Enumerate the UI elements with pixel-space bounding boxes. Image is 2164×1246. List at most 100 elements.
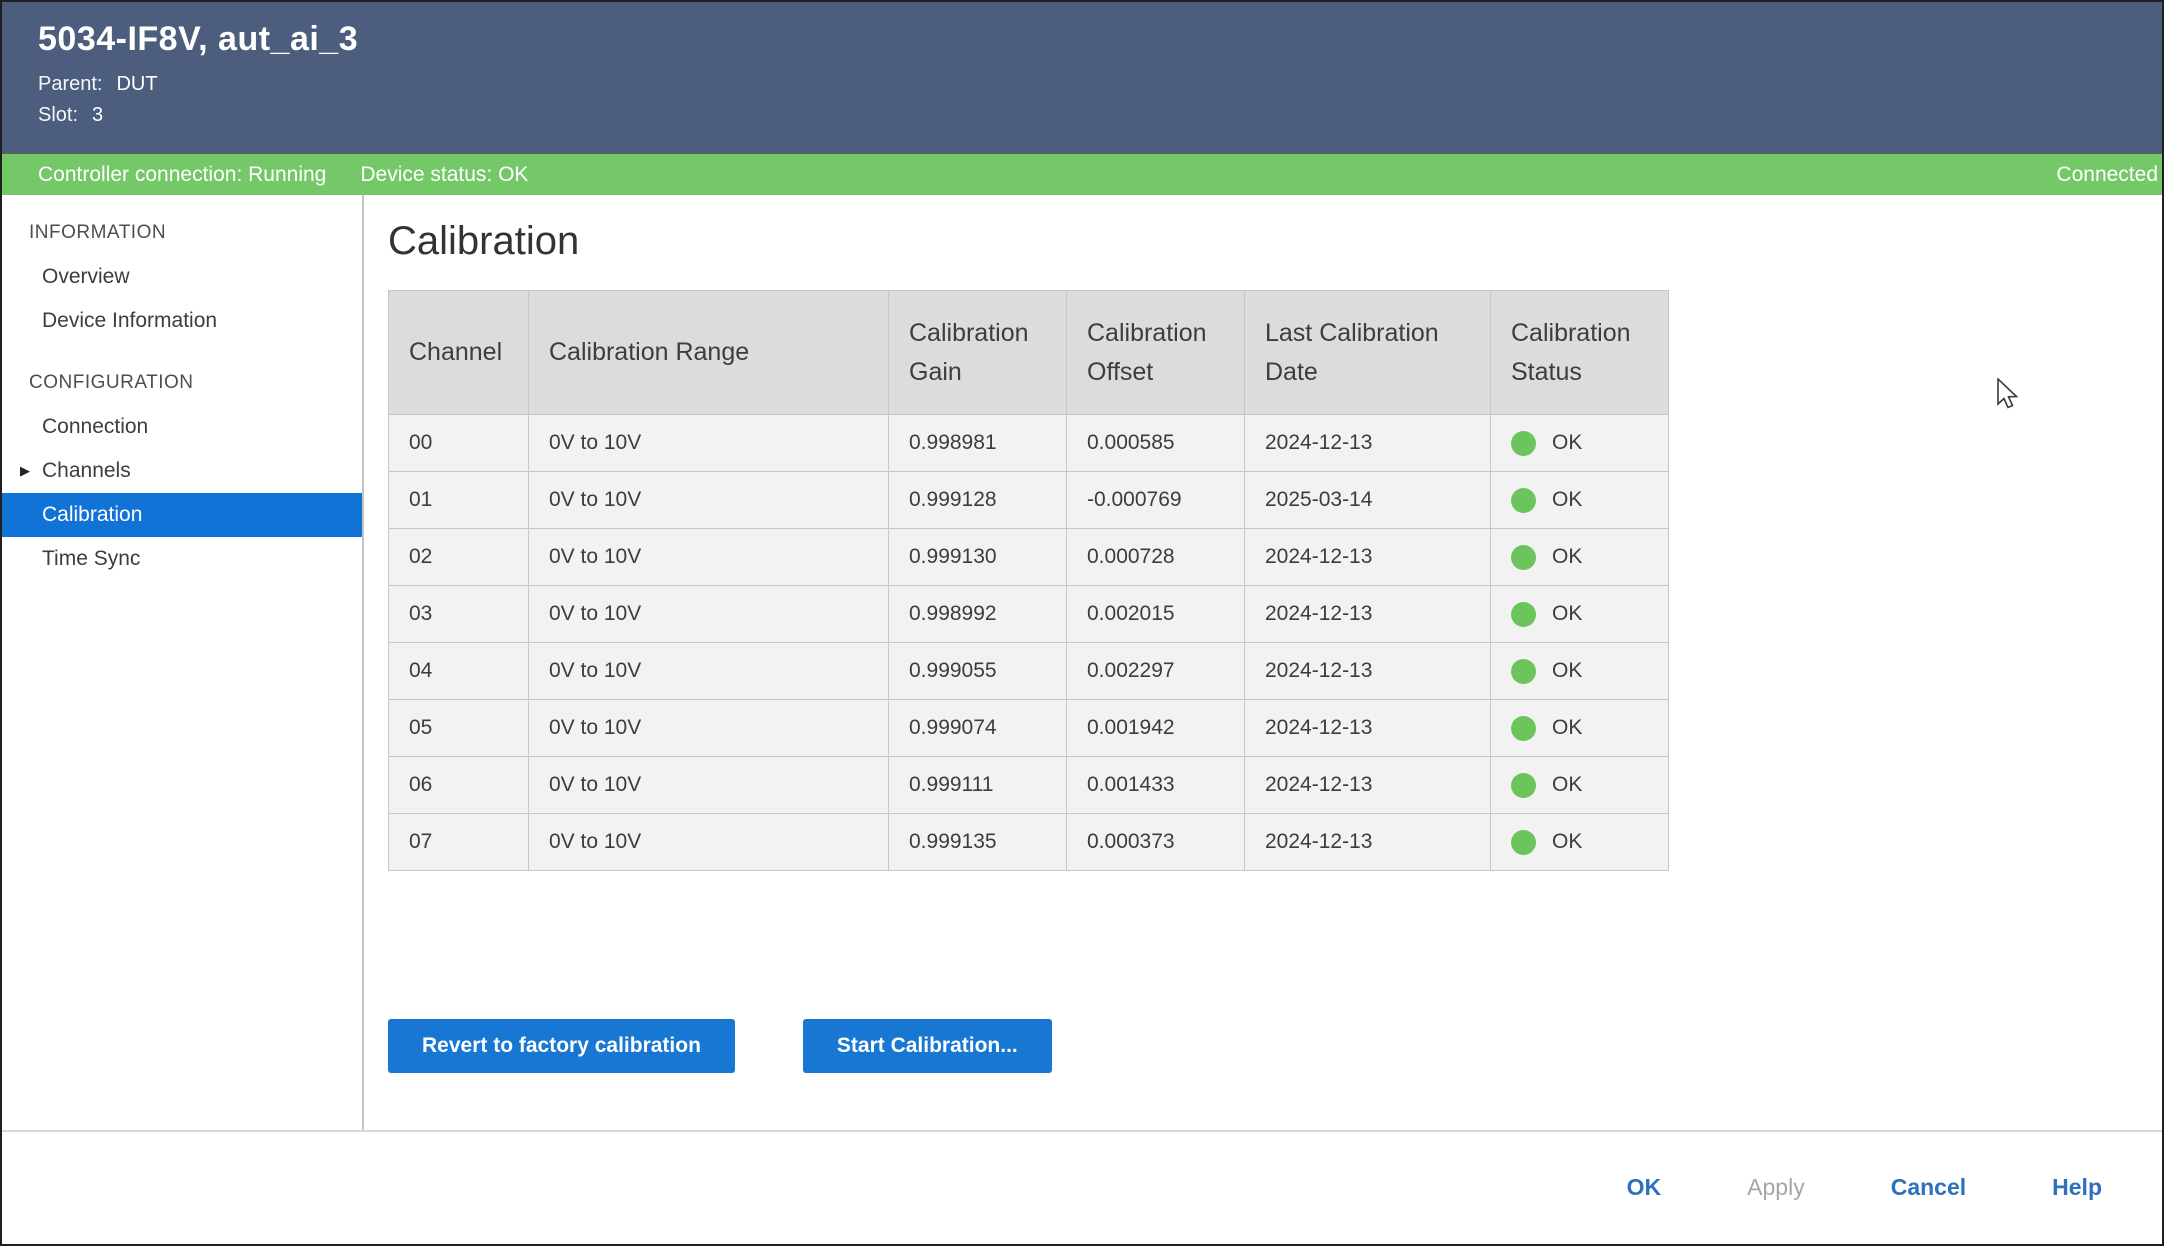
sidebar-item-label: Connection [42,415,148,439]
date-cell: 2024-12-13 [1245,529,1491,586]
table-row: 010V to 10V0.999128-0.0007692025-03-14OK [389,472,1669,529]
status-label: OK [1552,602,1582,626]
status-label: OK [1552,431,1582,455]
gain-cell: 0.999055 [889,643,1067,700]
offset-cell: 0.001433 [1067,757,1245,814]
table-row: 050V to 10V0.9990740.0019422024-12-13 OK [389,700,1669,757]
revert-factory-calibration-button[interactable]: Revert to factory calibration [388,1019,735,1073]
range-cell: 0V to 10V [529,814,889,871]
status-ok-dot-icon [1511,602,1536,627]
offset-cell: 0.002297 [1067,643,1245,700]
channel-cell: 01 [389,472,529,529]
action-button-row: Revert to factory calibration Start Calib… [388,1019,2162,1073]
status-ok-dot-icon [1511,830,1536,855]
status-label: OK [1552,659,1582,683]
offset-cell: -0.000769 [1067,472,1245,529]
parent-value: DUT [116,73,157,96]
footer: OK Apply Cancel Help [2,1130,2162,1242]
sidebar-item-channels[interactable]: ▶ Channels [2,449,362,493]
channel-cell: 05 [389,700,529,757]
slot-row: Slot: 3 [38,104,2162,127]
date-cell: 2024-12-13 [1245,643,1491,700]
sidebar-item-device-information[interactable]: Device Information [2,299,362,343]
status-cell: OK [1491,415,1669,472]
status-label: OK [1552,488,1582,512]
status-cell: OK [1491,586,1669,643]
table-row: 000V to 10V0.9989810.0005852024-12-13OK [389,415,1669,472]
sidebar-item-time-sync[interactable]: Time Sync [2,537,362,581]
slot-label: Slot: [38,104,78,127]
date-cell: 2024-12-13 [1245,415,1491,472]
parent-row: Parent: DUT [38,73,2162,96]
status-cell: OK [1491,757,1669,814]
date-cell: 2024-12-13 [1245,814,1491,871]
sidebar-item-connection[interactable]: Connection [2,405,362,449]
offset-cell: 0.001942 [1067,700,1245,757]
status-cell: OK [1491,814,1669,871]
controller-connection-status: Controller connection: Running [38,163,326,187]
sidebar-item-overview[interactable]: Overview [2,255,362,299]
gain-cell: 0.999135 [889,814,1067,871]
cancel-button[interactable]: Cancel [1891,1174,1966,1201]
table-row: 030V to 10V0.9989920.0020152024-12-13 OK [389,586,1669,643]
sidebar-item-label: Overview [42,265,130,289]
channel-cell: 07 [389,814,529,871]
device-config-window: 5034-IF8V, aut_ai_3 Parent: DUT Slot: 3 … [0,0,2164,1246]
sidebar-item-calibration[interactable]: Calibration [2,493,362,537]
sidebar-section-title: CONFIGURATION [2,361,362,405]
date-cell: 2024-12-13 [1245,586,1491,643]
status-label: OK [1552,716,1582,740]
status-cell: OK [1491,529,1669,586]
gain-cell: 0.999128 [889,472,1067,529]
column-header: Calibration Range [529,291,889,415]
table-row: 070V to 10V0.9991350.0003732024-12-13 OK [389,814,1669,871]
range-cell: 0V to 10V [529,415,889,472]
status-bar: Controller connection: Running Device st… [2,152,2162,195]
body: INFORMATIONOverviewDevice InformationCON… [2,195,2162,1130]
expand-arrow-icon[interactable]: ▶ [20,463,30,479]
start-calibration-button[interactable]: Start Calibration... [803,1019,1052,1073]
range-cell: 0V to 10V [529,757,889,814]
channel-cell: 04 [389,643,529,700]
ok-button[interactable]: OK [1627,1174,1662,1201]
gain-cell: 0.998992 [889,586,1067,643]
status-ok-dot-icon [1511,488,1536,513]
table-row: 040V to 10V0.9990550.0022972024-12-13 OK [389,643,1669,700]
slot-value: 3 [92,104,103,127]
table-header-row: ChannelCalibration RangeCalibration Gain… [389,291,1669,415]
offset-cell: 0.000373 [1067,814,1245,871]
page-title: Calibration [388,219,2162,264]
sidebar-item-label: Time Sync [42,547,140,571]
help-button[interactable]: Help [2052,1174,2102,1201]
range-cell: 0V to 10V [529,586,889,643]
offset-cell: 0.000728 [1067,529,1245,586]
status-ok-dot-icon [1511,716,1536,741]
offset-cell: 0.000585 [1067,415,1245,472]
apply-button: Apply [1747,1174,1805,1201]
range-cell: 0V to 10V [529,643,889,700]
gain-cell: 0.999074 [889,700,1067,757]
range-cell: 0V to 10V [529,700,889,757]
sidebar-item-label: Device Information [42,309,217,333]
status-label: OK [1552,830,1582,854]
channel-cell: 03 [389,586,529,643]
sidebar-item-label: Channels [42,459,131,483]
status-ok-dot-icon [1511,431,1536,456]
table-row: 020V to 10V0.9991300.0007282024-12-13OK [389,529,1669,586]
status-cell: OK [1491,700,1669,757]
table-row: 060V to 10V0.9991110.0014332024-12-13OK [389,757,1669,814]
channel-cell: 00 [389,415,529,472]
column-header: Channel [389,291,529,415]
status-cell: OK [1491,472,1669,529]
device-status: Device status: OK [360,163,528,187]
main-content: Calibration ChannelCalibration RangeCali… [364,195,2162,1130]
gain-cell: 0.999111 [889,757,1067,814]
range-cell: 0V to 10V [529,472,889,529]
sidebar: INFORMATIONOverviewDevice InformationCON… [2,195,364,1130]
offset-cell: 0.002015 [1067,586,1245,643]
channel-cell: 06 [389,757,529,814]
status-label: OK [1552,545,1582,569]
calibration-table: ChannelCalibration RangeCalibration Gain… [388,290,1669,871]
table-body: 000V to 10V0.9989810.0005852024-12-13OK0… [389,415,1669,871]
date-cell: 2024-12-13 [1245,700,1491,757]
